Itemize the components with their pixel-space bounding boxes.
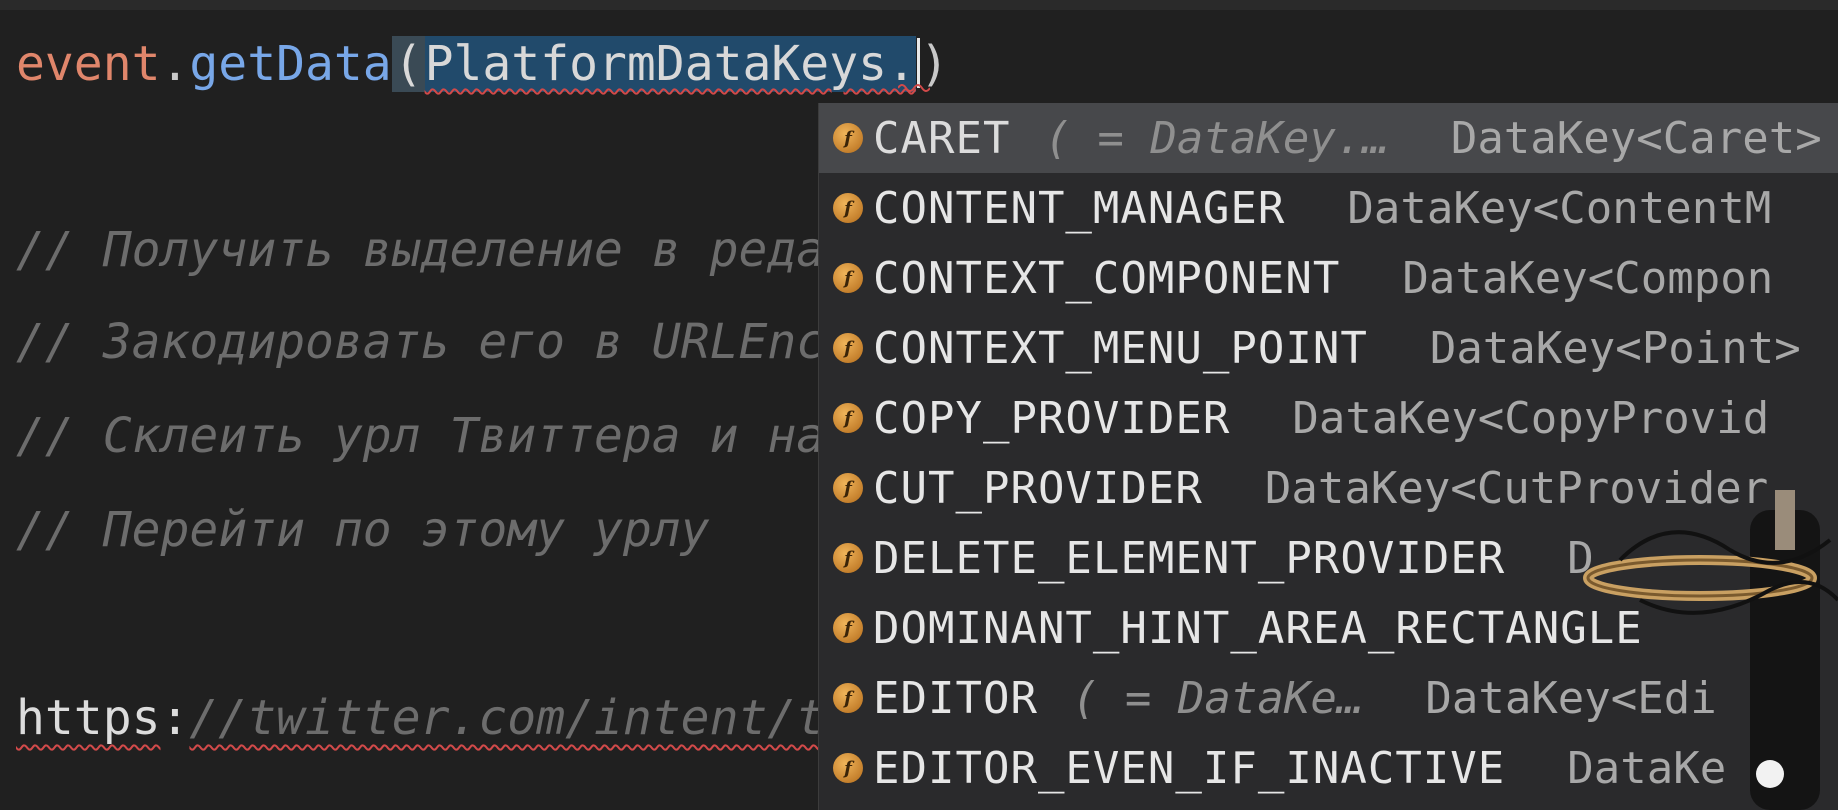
completion-item-name: COPY_PROVIDER (873, 392, 1231, 444)
code-method: getData (189, 36, 392, 92)
completion-item-type: DataKey<CopyProvid (1292, 392, 1770, 444)
completion-item-type: D (1567, 532, 1594, 584)
code-selected-text[interactable]: PlatformDataKeys. (424, 36, 916, 92)
field-icon: f (833, 753, 863, 783)
completion-item-editor[interactable]: f EDITOR ( = DataKe… DataKey<Edi (819, 663, 1838, 733)
completion-item-name: CONTENT_MANAGER (873, 182, 1286, 234)
completion-item-dominant-hint-area-rectangle[interactable]: f DOMINANT_HINT_AREA_RECTANGLE (819, 593, 1838, 663)
completion-item-context-component[interactable]: f CONTEXT_COMPONENT DataKey<Compon (819, 243, 1838, 313)
completion-item-name: CONTEXT_MENU_POINT (873, 322, 1368, 374)
completion-item-name: DELETE_ELEMENT_PROVIDER (873, 532, 1506, 584)
url-colon: : (160, 690, 190, 746)
code-receiver: event (16, 36, 161, 92)
field-icon: f (833, 473, 863, 503)
field-icon: f (833, 683, 863, 713)
completion-item-name: EDITOR (873, 672, 1038, 724)
completion-item-caret[interactable]: f CARET ( = DataKey.… DataKey<Caret> (819, 103, 1838, 173)
url-protocol: https (16, 690, 161, 746)
completion-item-name: DOMINANT_HINT_AREA_RECTANGLE (873, 602, 1643, 654)
field-icon: f (833, 123, 863, 153)
completion-item-name: CUT_PROVIDER (873, 462, 1203, 514)
completion-item-type: DataKey<Point> (1429, 322, 1801, 374)
comment-line[interactable]: // Получить выделение в редак (16, 218, 854, 282)
code-line-getdata[interactable]: event.getData(PlatformDataKeys.) (16, 32, 949, 96)
field-icon: f (833, 403, 863, 433)
code-open-paren: ( (391, 36, 425, 92)
url-line[interactable]: https://twitter.com/intent/tw (16, 686, 854, 750)
error-squiggle (898, 84, 930, 92)
comment-line[interactable]: // Склеить урл Твиттера и наш (16, 404, 854, 468)
completion-item-type: DataKe (1567, 742, 1727, 794)
url-path: //twitter.com/intent/tw (189, 690, 855, 746)
completion-item-name: EDITOR_EVEN_IF_INACTIVE (873, 742, 1506, 794)
completion-item-name: CARET (873, 112, 1011, 164)
completion-item-type: DataKey<Caret> (1450, 112, 1822, 164)
completion-item-cut-provider[interactable]: f CUT_PROVIDER DataKey<CutProvider (819, 453, 1838, 523)
ide-editor-screen: event.getData(PlatformDataKeys.) // Полу… (0, 0, 1838, 810)
completion-item-type: DataKey<Edi (1425, 672, 1717, 724)
completion-item-delete-element-provider[interactable]: f DELETE_ELEMENT_PROVIDER D (819, 523, 1838, 593)
field-icon: f (833, 543, 863, 573)
code-dot: . (160, 36, 190, 92)
completion-item-type: DataKey<Compon (1402, 252, 1774, 304)
comment-line[interactable]: // Закодировать его в URLEnco (16, 310, 854, 374)
completion-item-copy-provider[interactable]: f COPY_PROVIDER DataKey<CopyProvid (819, 383, 1838, 453)
field-icon: f (833, 613, 863, 643)
completion-item-editor-even-if-inactive[interactable]: f EDITOR_EVEN_IF_INACTIVE DataKe (819, 733, 1838, 803)
comment-line[interactable]: // Перейти по этому урлу (16, 498, 710, 562)
editor-top-strip (0, 0, 1838, 10)
completion-item-hint: ( = DataKe… (1071, 672, 1364, 724)
completion-item-context-menu-point[interactable]: f CONTEXT_MENU_POINT DataKey<Point> (819, 313, 1838, 383)
field-icon: f (833, 263, 863, 293)
completion-item-content-manager[interactable]: f CONTENT_MANAGER DataKey<ContentM (819, 173, 1838, 243)
completion-item-name: CONTEXT_COMPONENT (873, 252, 1341, 304)
code-completion-popup[interactable]: f CARET ( = DataKey.… DataKey<Caret> f C… (818, 103, 1838, 810)
completion-item-type: DataKey<ContentM (1347, 182, 1772, 234)
field-icon: f (833, 333, 863, 363)
field-icon: f (833, 193, 863, 223)
completion-item-type: DataKey<CutProvider (1264, 462, 1769, 514)
completion-item-hint: ( = DataKey.… (1044, 112, 1389, 164)
